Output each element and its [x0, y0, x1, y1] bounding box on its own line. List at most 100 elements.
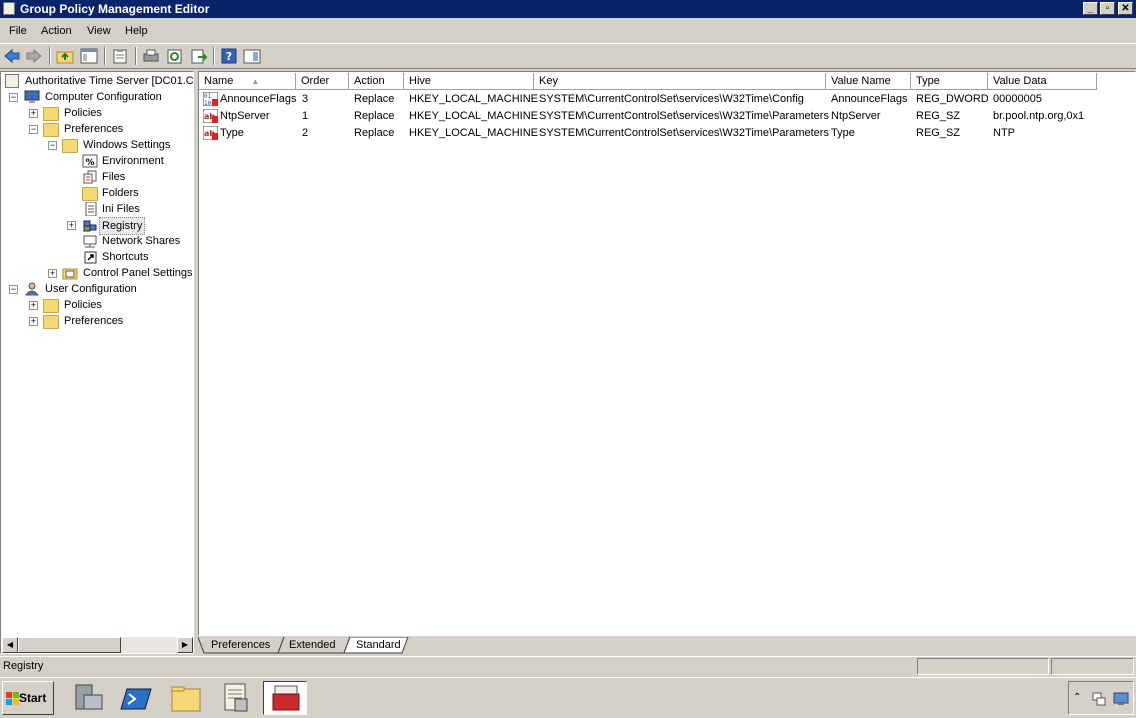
collapse-toggle[interactable]: − [29, 125, 38, 134]
folder-icon [43, 123, 59, 137]
column-header-order[interactable]: Order [296, 73, 349, 90]
tree-ini-files[interactable]: Ini Files [1, 201, 191, 217]
show-hidden-icons[interactable]: ⌃ [1073, 692, 1081, 703]
cell-value-data: NTP [993, 127, 1015, 139]
minimize-button[interactable]: _ [1083, 2, 1098, 15]
tab-extended[interactable]: Extended [289, 637, 335, 653]
column-header-hive[interactable]: Hive [404, 73, 534, 90]
user-icon [24, 282, 40, 296]
system-tray: ⌃ [1068, 681, 1134, 715]
menu-view[interactable]: View [87, 25, 111, 37]
powershell-icon[interactable] [115, 681, 159, 715]
status-panel-3 [1051, 658, 1134, 675]
column-header-type[interactable]: Type [911, 73, 988, 90]
tree-label: Preferences [64, 315, 124, 327]
column-header-name[interactable]: Name ▲ [199, 73, 296, 90]
menu-help[interactable]: Help [125, 25, 148, 37]
toolbar: ? [0, 43, 1136, 69]
expand-toggle[interactable]: + [67, 221, 76, 230]
column-header-value-data[interactable]: Value Data [988, 73, 1097, 90]
start-label: Start [19, 691, 47, 705]
view-tabs: Preferences Extended Standard [198, 637, 1136, 654]
tree-label: Policies [64, 107, 102, 119]
menu-file[interactable]: File [9, 25, 27, 37]
forward-arrow-icon[interactable] [25, 48, 43, 64]
cell-name: AnnounceFlags [220, 93, 297, 105]
cell-order: 3 [302, 93, 309, 105]
scroll-thumb[interactable] [18, 637, 121, 653]
tree-label: Windows Settings [83, 139, 171, 151]
shortcut-icon [84, 251, 97, 264]
scroll-right-button[interactable]: ▶ [177, 637, 193, 653]
cell-action: Replace [354, 93, 395, 105]
tree-horizontal-scrollbar[interactable]: ◀ ▶ [2, 637, 193, 653]
windows-logo-icon [6, 692, 19, 705]
back-arrow-icon[interactable] [3, 48, 21, 64]
reg-string-value-icon: ab [203, 109, 218, 123]
cell-hive: HKEY_LOCAL_MACHINE [409, 110, 538, 122]
help-icon[interactable]: ? [220, 48, 238, 64]
up-folder-icon[interactable] [56, 48, 74, 64]
tree-label: Preferences [64, 123, 124, 135]
collapse-toggle[interactable]: − [48, 141, 57, 150]
cell-order: 1 [302, 110, 309, 122]
files-icon [83, 170, 97, 184]
expand-toggle[interactable]: + [48, 269, 57, 278]
cell-key: SYSTEM\CurrentControlSet\services\W32Tim… [539, 110, 829, 122]
tab-preferences[interactable]: Preferences [211, 637, 270, 653]
tree-policies[interactable]: + Policies [1, 105, 191, 121]
refresh-icon[interactable] [166, 48, 184, 64]
tree-label: Control Panel Settings [83, 267, 193, 279]
svg-text:%: % [85, 158, 94, 168]
tree-windows-settings[interactable]: − Windows Settings [1, 137, 191, 153]
action-pane-icon[interactable] [243, 48, 261, 64]
column-header-value-name[interactable]: Value Name [826, 73, 911, 90]
tree-registry[interactable]: + Registry [1, 217, 191, 235]
cell-type: REG_DWORD [916, 93, 989, 105]
cell-value-name: Type [831, 127, 855, 139]
cell-value-data: 00000005 [993, 93, 1042, 105]
column-header-action[interactable]: Action [349, 73, 404, 90]
collapse-toggle[interactable]: − [9, 285, 18, 294]
scroll-left-button[interactable]: ◀ [2, 637, 18, 653]
tree-folders[interactable]: Folders [1, 185, 191, 201]
tree-preferences[interactable]: − Preferences [1, 121, 191, 137]
folder-icon [43, 107, 59, 121]
export-list-icon[interactable] [190, 48, 208, 64]
sort-ascending-icon: ▲ [251, 77, 260, 86]
tree-environment[interactable]: % Environment [1, 153, 191, 169]
menu-action[interactable]: Action [41, 25, 72, 37]
explorer-folder-icon[interactable] [164, 681, 208, 715]
network-icon[interactable] [1091, 691, 1107, 707]
collapse-toggle[interactable]: − [9, 93, 18, 102]
expand-toggle[interactable]: + [29, 301, 38, 310]
ini-file-icon [85, 202, 97, 216]
gpmc-icon[interactable] [213, 681, 257, 715]
tree-user-policies[interactable]: + Policies [1, 297, 191, 313]
print-icon[interactable] [142, 48, 160, 64]
close-button[interactable]: ✕ [1118, 2, 1133, 15]
network-share-icon [83, 235, 97, 248]
cell-action: Replace [354, 110, 395, 122]
tree-control-panel-settings[interactable]: + Control Panel Settings [1, 265, 193, 281]
tree-network-shares[interactable]: Network Shares [1, 233, 191, 249]
column-header-key[interactable]: Key [534, 73, 826, 90]
expand-toggle[interactable]: + [29, 109, 38, 118]
tree-label: Computer Configuration [45, 91, 162, 103]
tree-files[interactable]: Files [1, 169, 191, 185]
tree-user-configuration[interactable]: − User Configuration [1, 281, 191, 297]
action-center-icon[interactable] [1113, 691, 1129, 707]
tree-user-preferences[interactable]: + Preferences [1, 313, 191, 329]
expand-toggle[interactable]: + [29, 317, 38, 326]
start-button[interactable]: Start [2, 681, 54, 715]
cell-hive: HKEY_LOCAL_MACHINE [409, 127, 538, 139]
tree-shortcuts[interactable]: Shortcuts [1, 249, 191, 265]
show-hide-tree-icon[interactable] [80, 48, 98, 64]
properties-icon[interactable] [111, 48, 129, 64]
tab-standard[interactable]: Standard [356, 637, 401, 653]
console-tree: Authoritative Time Server [DC01.C − Comp… [0, 71, 194, 654]
maximize-button[interactable]: ▫ [1100, 2, 1115, 15]
tree-computer-configuration[interactable]: − Computer Configuration [1, 89, 191, 105]
server-manager-icon[interactable] [66, 681, 110, 715]
taskbar-gpme-active[interactable] [263, 681, 307, 715]
